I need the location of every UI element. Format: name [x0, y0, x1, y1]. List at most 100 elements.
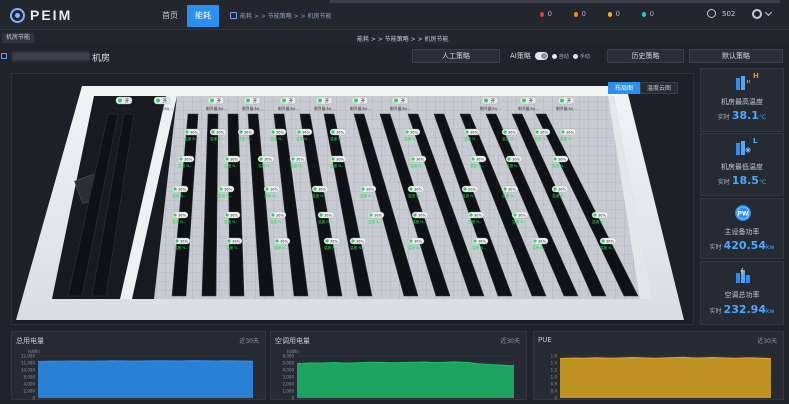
stat-number: 18.5	[731, 174, 759, 187]
default-strategy-button[interactable]: 默认策略	[689, 49, 783, 63]
svg-text:36%: 36%	[470, 131, 479, 135]
svg-text:温度 N...: 温度 N...	[502, 193, 516, 198]
radio-manual[interactable]: 手动	[572, 53, 590, 60]
temp-sensor-tag[interactable]: 36%温度 N...	[223, 155, 241, 168]
ai-strategy-control: AI策略 自动 手动	[510, 51, 590, 61]
svg-text:温度 N...: 温度 N...	[172, 219, 186, 224]
y-tick-label: 2,000	[24, 389, 36, 394]
alert-major[interactable]: 0	[574, 10, 586, 18]
temp-sensor-tag[interactable]: 36%温度 N...	[411, 211, 429, 224]
temp-sensor-tag[interactable]: 36%温度 N...	[317, 211, 335, 224]
temp-sensor-tag[interactable]: 36%温度 N...	[329, 155, 347, 168]
chevron-down-icon	[764, 8, 773, 17]
temp-sensor-tag[interactable]: 36%温度 N...	[349, 237, 367, 250]
temp-sensor-tag[interactable]: 36%温度 N...	[367, 211, 385, 224]
radio-icon	[551, 53, 557, 59]
svg-text:36%: 36%	[324, 214, 333, 218]
chart-title: 空调用电量	[275, 337, 310, 345]
temp-sensor-tag[interactable]: 36%温度 N...	[407, 185, 425, 198]
y-tick-label: 4,000	[283, 368, 295, 373]
radio-auto[interactable]: 自动	[551, 53, 569, 60]
temp-sensor-tag[interactable]: 36%温度 N...	[467, 211, 485, 224]
temp-sensor-tag[interactable]: 36%温度 N...	[173, 237, 191, 250]
temp-sensor-tag[interactable]: 36%温度 N...	[551, 155, 569, 168]
temp-sensor-tag[interactable]: 36%温度 N...	[273, 237, 291, 250]
room-3d-view[interactable]: 开制冷量(N)... 开制冷量(N)... 开制冷量(N)... 开制冷量(N)...…	[11, 73, 694, 325]
temp-sensor-tag[interactable]: 36%温度 N...	[177, 155, 195, 168]
series-line[interactable]	[559, 356, 772, 360]
temp-sensor-tag[interactable]: 36%温度 N...	[225, 237, 243, 250]
manual-strategy-button[interactable]: 人工策略	[412, 49, 500, 63]
stat-max-temp-label: 机房最高温度	[721, 98, 763, 106]
temp-sensor-tag[interactable]: 36%温度 N...	[269, 211, 287, 224]
svg-text:温度 N...: 温度 N...	[324, 245, 338, 250]
nav-home[interactable]: 首页	[153, 5, 187, 27]
temp-sensor-tag[interactable]: 36%温度 N...	[223, 211, 241, 224]
temp-sensor-tag[interactable]: 36%温度 N...	[257, 155, 275, 168]
svg-text:温度 N...: 温度 N...	[408, 245, 422, 250]
history-strategy-button[interactable]: 历史策略	[607, 49, 684, 63]
temp-sensor-tag[interactable]: 36%温度 N...	[269, 128, 287, 141]
temp-sensor-tag[interactable]: 36%温度 N...	[263, 185, 281, 198]
alert-count: 0	[581, 10, 586, 18]
temp-sensor-tag[interactable]: 36%温度 N...	[599, 237, 617, 250]
settings-menu[interactable]	[752, 8, 773, 19]
stat-max-temp-letter: H	[753, 72, 759, 80]
temp-sensor-tag[interactable]: 36%温度 N...	[559, 128, 577, 141]
temp-sensor-tag[interactable]: 36%温度 N...	[531, 237, 549, 250]
temp-sensor-tag[interactable]: 36%温度 N...	[501, 185, 519, 198]
temp-sensor-tag[interactable]: 36%温度 N...	[407, 237, 425, 250]
temp-sensor-tag[interactable]: 36%温度 N...	[289, 155, 307, 168]
view-temp-cloud-button[interactable]: 温度云图	[640, 82, 679, 94]
nav-energy[interactable]: 能耗	[187, 5, 219, 27]
chart-range[interactable]: 近30天	[500, 336, 520, 345]
alert-info[interactable]: 0	[642, 10, 654, 18]
temp-sensor-tag[interactable]: 36%温度 N...	[511, 211, 529, 224]
temp-sensor-tag[interactable]: 36%温度 N...	[551, 185, 569, 198]
temp-sensor-tag[interactable]: 36%温度 N...	[591, 211, 609, 224]
series-line[interactable]	[37, 360, 254, 363]
tab-room-energy[interactable]: 机房节能	[2, 33, 35, 43]
logo[interactable]: PEIM	[10, 7, 72, 23]
temp-sensor-tag[interactable]: 36%温度 N...	[461, 185, 479, 198]
temp-sensor-tag[interactable]: 36%温度 N...	[217, 185, 235, 198]
view-layout-button[interactable]: 布局图	[608, 82, 641, 94]
stat-unit: kw	[766, 244, 775, 251]
temp-sensor-tag[interactable]: 36%温度 N...	[171, 211, 189, 224]
temp-sensor-tag[interactable]: 36%温度 N...	[209, 128, 227, 141]
alert-minor[interactable]: 0	[608, 10, 620, 18]
svg-text:开: 开	[361, 99, 366, 105]
y-tick-label: 1.0	[551, 375, 558, 380]
temp-sensor-tag[interactable]: 36%温度 N...	[183, 128, 201, 141]
temp-sensor-tag[interactable]: 36%温度 N...	[329, 128, 347, 141]
temp-sensor-tag[interactable]: 36%温度 N...	[463, 128, 481, 141]
ai-strategy-toggle[interactable]	[534, 52, 548, 60]
temp-sensor-tag[interactable]: 36%温度 N...	[323, 237, 341, 250]
temp-sensor-tag[interactable]: 36%温度 N...	[469, 155, 487, 168]
stat-ac-power-value: 实时 232.94kw	[701, 303, 783, 316]
chart-range[interactable]: 近30天	[757, 336, 777, 345]
temp-sensor-tag[interactable]: 36%温度 N...	[403, 128, 421, 141]
chart-pue: 1.61.41.21.00.80.40	[551, 354, 772, 401]
y-tick-label: 8,000	[24, 375, 36, 380]
temp-sensor-tag[interactable]: 36%温度 N...	[533, 128, 551, 141]
user-menu[interactable]: 502	[707, 9, 735, 18]
alert-critical[interactable]: 0	[540, 10, 552, 18]
breadcrumb-text[interactable]: 能耗 > > 节能策略 > > 机房节能	[240, 11, 332, 20]
temp-sensor-tag[interactable]: 36%温度 N...	[505, 155, 523, 168]
temp-sensor-tag[interactable]: 36%温度 N...	[409, 155, 427, 168]
y-tick-label: 6,000	[283, 354, 295, 359]
stat-min-temp-value: 实时 18.5°C	[701, 174, 783, 187]
svg-text:开: 开	[217, 99, 222, 105]
temp-sensor-tag[interactable]: 36%温度 N...	[171, 185, 189, 198]
temp-sensor-tag[interactable]: 36%温度 N...	[471, 237, 489, 250]
temp-sensor-tag[interactable]: 36%温度 N...	[237, 128, 255, 141]
alert-dot-icon	[540, 11, 544, 17]
stat-prefix: 实时	[717, 114, 730, 121]
temp-sensor-tag[interactable]: 36%温度 N...	[359, 185, 377, 198]
temp-sensor-tag[interactable]: 36%温度 N...	[501, 128, 519, 141]
chart-range[interactable]: 近30天	[239, 336, 259, 345]
temp-sensor-tag[interactable]: 36%温度 N...	[295, 128, 313, 141]
logo-icon	[10, 7, 25, 23]
temp-sensor-tag[interactable]: 36%温度 N...	[311, 185, 329, 198]
